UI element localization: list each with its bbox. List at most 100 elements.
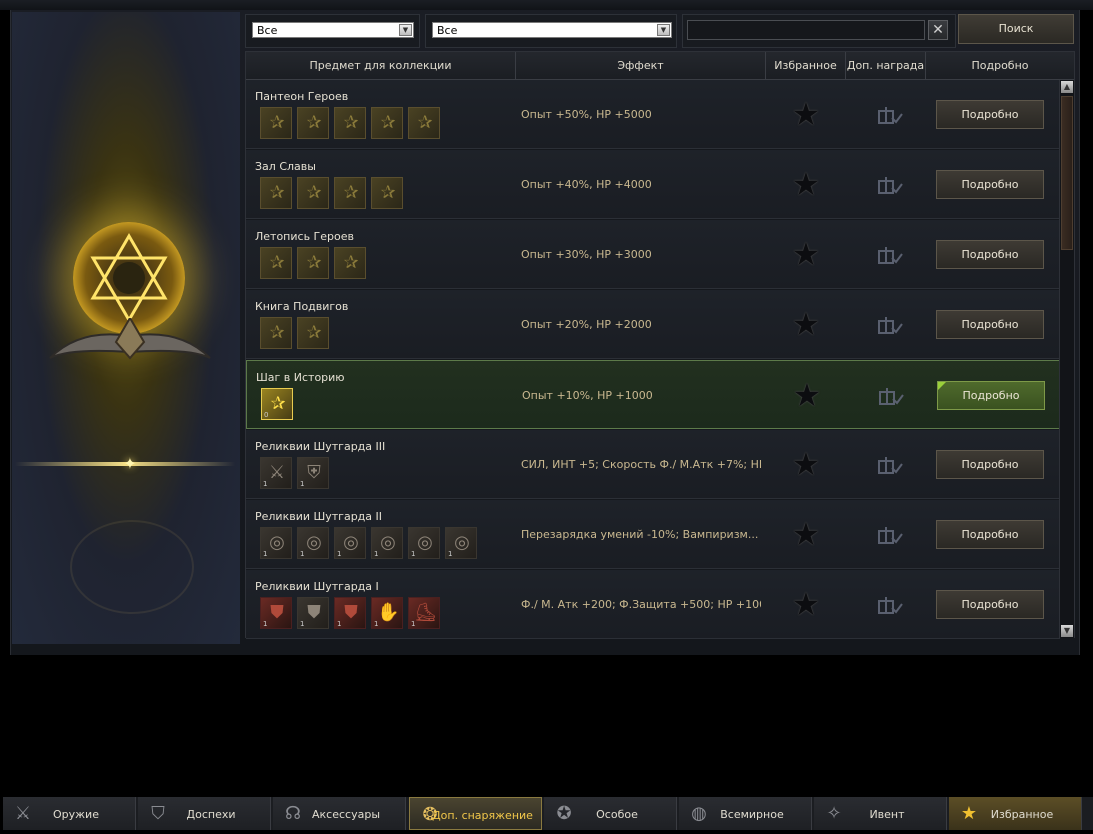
details-button[interactable]: Подробно xyxy=(936,240,1044,269)
clear-search-button[interactable]: ✕ xyxy=(928,20,948,40)
favorite-star-icon[interactable]: ★ xyxy=(791,588,821,620)
type-filter-select[interactable]: Все ▼ xyxy=(252,22,414,38)
item-slot[interactable]: ⛊ 1 xyxy=(297,597,329,629)
gift-icon[interactable] xyxy=(877,102,903,126)
tab-weapons[interactable]: ⚔ Оружие xyxy=(3,797,136,830)
item-quantity: 1 xyxy=(300,620,305,628)
item-slot[interactable]: ◎ 1 xyxy=(260,527,292,559)
favorite-star-icon[interactable]: ★ xyxy=(791,238,821,270)
scroll-star-icon: ✰ xyxy=(269,112,285,133)
item-slot[interactable]: ◎ 1 xyxy=(408,527,440,559)
favorite-star-icon[interactable]: ★ xyxy=(791,98,821,130)
item-slot[interactable]: ◎ 1 xyxy=(371,527,403,559)
collection-name: Реликвии Шутгарда II xyxy=(255,510,383,523)
details-button[interactable]: Подробно xyxy=(936,310,1044,339)
tab-special[interactable]: ✪ Особое xyxy=(544,797,677,830)
item-slot[interactable]: ⛊ 1 xyxy=(334,597,366,629)
gift-icon[interactable] xyxy=(877,452,903,476)
item-slot[interactable]: ✰ xyxy=(371,177,403,209)
scroll-star-icon: ✰ xyxy=(417,112,433,133)
gift-icon[interactable] xyxy=(877,592,903,616)
gift-icon[interactable] xyxy=(877,522,903,546)
details-button[interactable]: Подробно xyxy=(937,381,1045,410)
emblem-reflection xyxy=(70,520,194,614)
chevron-down-icon[interactable]: ▼ xyxy=(657,24,670,36)
gift-icon[interactable] xyxy=(877,242,903,266)
header-favorite: Избранное xyxy=(766,52,846,79)
item-slot[interactable]: ⛊ 1 xyxy=(260,597,292,629)
item-slot[interactable]: ✰ xyxy=(260,247,292,279)
tab-armor[interactable]: ⛉ Доспехи xyxy=(138,797,271,830)
gift-icon[interactable] xyxy=(877,312,903,336)
table-row[interactable]: Летопись Героев ✰ ✰ ✰ Опыт +30%, HP +300… xyxy=(246,220,1060,289)
chevron-down-icon[interactable]: ▼ xyxy=(399,24,412,36)
header-bonus: Доп. награда xyxy=(846,52,926,79)
table-row[interactable]: Зал Славы ✰ ✰ ✰ ✰ Опыт +40%, HP +4000 ★ … xyxy=(246,150,1060,219)
search-button[interactable]: Поиск xyxy=(958,14,1074,44)
scroll-thumb[interactable] xyxy=(1061,96,1073,250)
search-input[interactable] xyxy=(687,20,925,40)
item-slot[interactable]: ✰ xyxy=(297,247,329,279)
item-slot[interactable]: ◎ 1 xyxy=(297,527,329,559)
item-slot[interactable]: ✰ xyxy=(260,107,292,139)
details-button[interactable]: Подробно xyxy=(936,450,1044,479)
header-item: Предмет для коллекции xyxy=(246,52,516,79)
tab-event[interactable]: ✧ Ивент xyxy=(814,797,947,830)
item-slot[interactable]: ◎ 1 xyxy=(445,527,477,559)
item-slot[interactable]: ⛸ 1 xyxy=(408,597,440,629)
table-row-selected[interactable]: Шаг в Историю ✰ 0 Опыт +10%, HP +1000 ★ П… xyxy=(246,360,1060,429)
item-slot[interactable]: ◎ 1 xyxy=(334,527,366,559)
details-button[interactable]: Подробно xyxy=(936,590,1044,619)
scroll-star-icon: ✰ xyxy=(380,182,396,203)
item-quantity: 1 xyxy=(411,550,416,558)
favorite-star-icon[interactable]: ★ xyxy=(791,448,821,480)
table-row[interactable]: Книга Подвигов ✰ ✰ Опыт +20%, HP +2000 ★… xyxy=(246,290,1060,359)
item-slot[interactable]: ✰ xyxy=(297,107,329,139)
item-slot[interactable]: ✰ xyxy=(334,177,366,209)
favorite-star-icon[interactable]: ★ xyxy=(792,379,822,411)
item-slot[interactable]: ✰ xyxy=(297,317,329,349)
tab-world[interactable]: ◍ Всемирное xyxy=(679,797,812,830)
item-slot[interactable]: ✰ xyxy=(260,177,292,209)
item-slot[interactable]: ⚔ 1 xyxy=(260,457,292,489)
item-quantity: 0 xyxy=(264,411,269,419)
item-slot[interactable]: ✰ xyxy=(334,247,366,279)
grade-filter-select[interactable]: Все ▼ xyxy=(432,22,672,38)
item-slot[interactable]: ✰ xyxy=(408,107,440,139)
table-row[interactable]: Реликвии Шутгарда III ⚔ 1 ⛨ 1 СИЛ, ИНТ +5;… xyxy=(246,430,1060,499)
scroll-down-icon[interactable]: ▼ xyxy=(1061,625,1073,637)
tab-label: Аксессуары xyxy=(312,808,380,821)
tab-extra-equipment[interactable]: ❂ Доп. снаряжение xyxy=(409,797,542,830)
item-quantity: 1 xyxy=(337,620,342,628)
item-slot[interactable]: ✋ 1 xyxy=(371,597,403,629)
scrollbar[interactable]: ▲ ▼ xyxy=(1059,80,1074,638)
item-slot[interactable]: ✰ xyxy=(260,317,292,349)
tab-accessories[interactable]: ☊ Аксессуары xyxy=(273,797,406,830)
favorite-star-icon[interactable]: ★ xyxy=(791,168,821,200)
scroll-star-icon: ✰ xyxy=(269,322,285,343)
collection-effect: Опыт +50%, HP +5000 xyxy=(521,108,652,121)
table-row[interactable]: Реликвии Шутгарда II ◎ 1 ◎ 1 ◎ 1 ◎ 1 ◎ 1 ◎ 1 П… xyxy=(246,500,1060,569)
item-quantity: 1 xyxy=(374,620,379,628)
details-button[interactable]: Подробно xyxy=(936,520,1044,549)
item-slot[interactable]: ✰ xyxy=(334,107,366,139)
scroll-up-icon[interactable]: ▲ xyxy=(1061,81,1073,93)
table-row[interactable]: Реликвии Шутгарда I ⛊ 1 ⛊ 1 ⛊ 1 ✋ 1 ⛸ 1 Ф./ М… xyxy=(246,570,1060,639)
collection-name: Книга Подвигов xyxy=(255,300,349,313)
gift-icon[interactable] xyxy=(878,383,904,407)
gift-icon[interactable] xyxy=(877,172,903,196)
item-slot[interactable]: ✰ 0 xyxy=(261,388,293,420)
details-button[interactable]: Подробно xyxy=(936,100,1044,129)
favorite-star-icon[interactable]: ★ xyxy=(791,518,821,550)
collection-effect: Опыт +30%, HP +3000 xyxy=(521,248,652,261)
weapon-icon: ⚔ xyxy=(268,462,286,483)
details-button[interactable]: Подробно xyxy=(936,170,1044,199)
tab-favorites[interactable]: ★ Избранное xyxy=(949,797,1082,830)
item-slot[interactable]: ✰ xyxy=(371,107,403,139)
item-slot[interactable]: ⛨ 1 xyxy=(297,457,329,489)
table-row[interactable]: Пантеон Героев ✰ ✰ ✰ ✰ ✰ Опыт +50%, HP +… xyxy=(246,80,1060,149)
scroll-star-icon: ✰ xyxy=(380,112,396,133)
favorite-star-icon[interactable]: ★ xyxy=(791,308,821,340)
item-slot[interactable]: ✰ xyxy=(297,177,329,209)
collection-effect: СИЛ, ИНТ +5; Скорость Ф./ М.Атк +7%; HP.… xyxy=(521,458,761,471)
